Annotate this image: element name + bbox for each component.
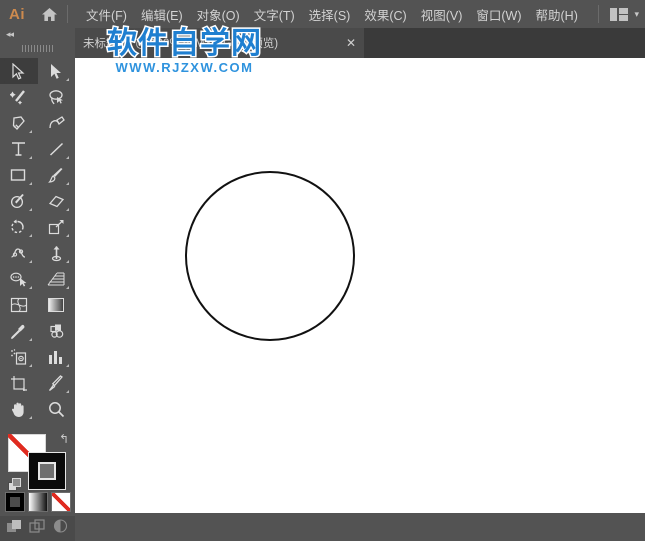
chevron-down-icon[interactable]: ▾ <box>634 9 639 19</box>
width-tool[interactable] <box>0 240 38 266</box>
stroke-swatch-inner <box>38 462 56 480</box>
zoom-tool[interactable] <box>38 396 76 422</box>
tool-grid <box>0 54 75 422</box>
direct-selection-tool[interactable] <box>38 58 76 84</box>
slice-tool[interactable] <box>38 370 76 396</box>
menubar-right-group: ▾ <box>595 0 639 28</box>
menu-effect[interactable]: 效果(C) <box>357 1 413 28</box>
symbol-sprayer-tool[interactable] <box>0 344 38 370</box>
tool-flyout-indicator <box>66 364 69 367</box>
tools-panel-header: ◂◂ <box>0 28 75 42</box>
tool-flyout-indicator <box>28 260 32 263</box>
tool-flyout-indicator <box>66 260 69 263</box>
app-logo: Ai <box>9 5 25 23</box>
paintbrush-tool[interactable] <box>38 162 76 188</box>
rotate-tool[interactable] <box>0 214 38 240</box>
grip-bars-icon <box>21 44 54 52</box>
drawing-mode-behind-button[interactable] <box>29 518 46 539</box>
collapse-panel-icon[interactable]: ◂◂ <box>6 29 14 40</box>
color-mode-buttons <box>0 490 75 514</box>
line-segment-tool[interactable] <box>38 136 76 162</box>
tool-flyout-indicator <box>28 234 32 237</box>
menu-type[interactable]: 文字(T) <box>247 1 302 28</box>
artboard-tool[interactable] <box>0 370 38 396</box>
lasso-tool[interactable] <box>38 84 76 110</box>
column-graph-tool[interactable] <box>38 344 76 370</box>
tool-flyout-indicator <box>66 156 69 159</box>
workspace-switcher-icon[interactable] <box>610 7 629 21</box>
home-icon[interactable] <box>34 0 64 28</box>
panel-drag-handle[interactable] <box>0 42 75 54</box>
free-transform-tool[interactable] <box>38 240 76 266</box>
menu-bar: Ai 文件(F) 编辑(E) 对象(O) 文字(T) 选择(S) 效果(C) 视… <box>0 0 645 28</box>
type-tool[interactable] <box>0 136 38 162</box>
menu-help[interactable]: 帮助(H) <box>529 1 585 28</box>
tool-flyout-indicator <box>28 156 32 159</box>
blend-tool[interactable] <box>38 318 76 344</box>
tool-flyout-indicator <box>66 234 69 237</box>
tool-flyout-indicator <box>66 208 69 211</box>
tool-flyout-indicator <box>66 182 69 185</box>
canvas-area[interactable] <box>75 58 645 513</box>
curvature-tool[interactable] <box>38 110 76 136</box>
menubar-divider-right <box>598 5 600 23</box>
illustrator-window: Ai 文件(F) 编辑(E) 对象(O) 文字(T) 选择(S) 效果(C) 视… <box>0 0 645 541</box>
tool-flyout-indicator <box>28 416 32 419</box>
document-tab-title: 未标题-1* @ 100% (CMYK/GPU 预览) <box>83 38 279 50</box>
tool-flyout-indicator <box>66 78 69 81</box>
none-button[interactable] <box>50 492 71 512</box>
tools-panel: ◂◂ ↰ <box>0 28 75 541</box>
pen-tool[interactable] <box>0 110 38 136</box>
eraser-tool[interactable] <box>38 188 76 214</box>
tool-flyout-indicator <box>28 130 32 133</box>
tool-flyout-indicator <box>28 286 32 289</box>
menubar-divider <box>67 5 68 23</box>
tool-flyout-indicator <box>66 390 69 393</box>
ellipse-shape[interactable] <box>185 171 355 341</box>
color-button[interactable] <box>4 492 25 512</box>
shape-builder-tool[interactable] <box>0 266 38 292</box>
tool-flyout-indicator <box>28 182 32 185</box>
menu-object[interactable]: 对象(O) <box>190 1 247 28</box>
tool-flyout-indicator <box>28 208 32 211</box>
menu-window[interactable]: 窗口(W) <box>469 1 528 28</box>
hand-tool[interactable] <box>0 396 38 422</box>
drawing-mode-normal-button[interactable] <box>6 519 23 539</box>
menu-file[interactable]: 文件(F) <box>79 1 134 28</box>
close-icon[interactable]: ✕ <box>342 34 360 52</box>
document-tab-bar: 未标题-1* @ 100% (CMYK/GPU 预览) ✕ <box>0 28 645 58</box>
scale-tool[interactable] <box>38 214 76 240</box>
mesh-tool[interactable] <box>0 292 38 318</box>
stroke-swatch[interactable] <box>28 452 66 490</box>
drawing-mode-inside-button[interactable] <box>52 518 69 539</box>
menu-select[interactable]: 选择(S) <box>302 1 358 28</box>
gradient-button[interactable] <box>27 492 48 512</box>
tool-flyout-indicator <box>28 364 32 367</box>
swap-fill-stroke-icon[interactable]: ↰ <box>59 432 69 446</box>
drawing-mode-buttons <box>0 516 75 541</box>
tool-flyout-indicator <box>66 286 69 289</box>
menu-edit[interactable]: 编辑(E) <box>134 1 190 28</box>
gradient-tool[interactable] <box>38 292 76 318</box>
eyedropper-tool[interactable] <box>0 318 38 344</box>
menu-view[interactable]: 视图(V) <box>414 1 470 28</box>
magic-wand-tool[interactable] <box>0 84 38 110</box>
document-tab[interactable]: 未标题-1* @ 100% (CMYK/GPU 预览) ✕ <box>75 28 364 58</box>
selection-tool[interactable] <box>0 58 38 84</box>
menu-list: 文件(F) 编辑(E) 对象(O) 文字(T) 选择(S) 效果(C) 视图(V… <box>79 1 585 28</box>
shaper-tool[interactable] <box>0 188 38 214</box>
perspective-grid-tool[interactable] <box>38 266 76 292</box>
tool-flyout-indicator <box>28 338 32 341</box>
rectangle-tool[interactable] <box>0 162 38 188</box>
